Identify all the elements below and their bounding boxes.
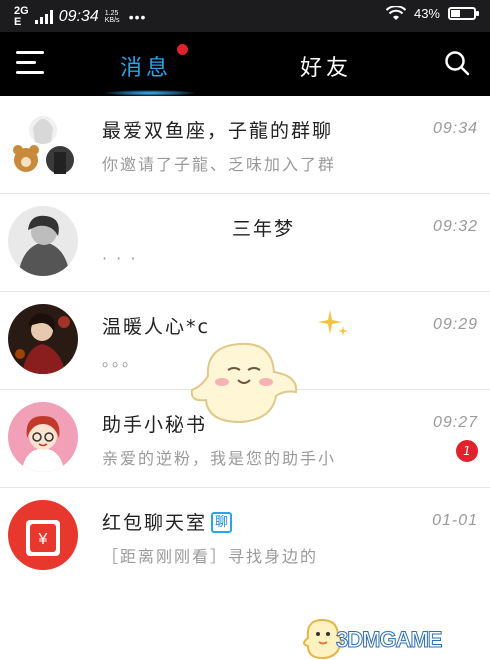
conversation-preview: · · · [102, 249, 138, 268]
conversation-title: 温暖人心*c [102, 316, 210, 338]
conversation-preview: 亲爱的逆粉，我是您的助手小 [102, 449, 337, 468]
search-icon[interactable] [444, 50, 470, 76]
battery-percent: 43% [413, 6, 440, 21]
status-time: 09:34 [58, 8, 99, 25]
red-packet-avatar: ¥ [8, 500, 78, 570]
conversation-time: 09:32 [432, 218, 478, 235]
tab-friends-label: 好友 [300, 56, 353, 81]
conversation-time: 09:34 [432, 120, 478, 137]
conversation-item[interactable]: ¥ 红包聊天室聊 ［距离刚刚看］寻找身边的 01-01 [0, 488, 490, 586]
svg-text:¥: ¥ [38, 531, 48, 548]
conversation-list: 最爱双鱼座，子龍的群聊 你邀请了子龍、乏味加入了群 09:34 三年梦 · · … [0, 96, 490, 660]
sparkle-icon [318, 310, 348, 336]
battery-icon [448, 7, 479, 20]
unread-badge: 1 [456, 440, 478, 462]
tab-messages-label: 消息 [120, 56, 173, 81]
battery-fill [451, 10, 461, 17]
more-notifications-icon: ••• [128, 9, 147, 25]
conversation-item[interactable]: 最爱双鱼座，子龍的群聊 你邀请了子龍、乏味加入了群 09:34 [0, 96, 490, 194]
app-header: 消息 好友 [0, 32, 490, 96]
status-left: 2G E 09:34 1.25 KB/s ••• [14, 6, 146, 28]
watermark: 3DMGAME [335, 627, 442, 653]
assistant-avatar [8, 402, 78, 472]
conversation-title: 红包聊天室聊 [102, 508, 233, 535]
net-speed: 1.25 KB/s [105, 10, 123, 24]
conversation-preview: 你邀请了子龍、乏味加入了群 [102, 155, 337, 174]
chat-tag: 聊 [211, 512, 233, 533]
conversation-item[interactable]: 三年梦 · · · 09:32 [0, 194, 490, 292]
menu-icon[interactable] [16, 51, 46, 77]
conversation-time: 09:27 [432, 414, 478, 431]
conversation-time: 09:29 [432, 316, 478, 333]
conversation-title: 三年梦 [232, 218, 296, 240]
conversation-title-text: 红包聊天室 [102, 512, 208, 534]
tab-messages[interactable]: 消息 [120, 44, 189, 82]
tab-friends[interactable]: 好友 [300, 50, 352, 82]
signal-icon [34, 10, 53, 24]
net-speed-unit: KB/s [104, 17, 120, 24]
unread-dot [177, 44, 189, 55]
wifi-icon [385, 6, 406, 20]
data-type: E [14, 16, 22, 28]
status-bar: 2G E 09:34 1.25 KB/s ••• 43% [0, 0, 490, 32]
net-speed-value: 1.25 [104, 10, 119, 17]
contact-avatar [8, 206, 78, 276]
group-avatar [8, 108, 78, 178]
contact-avatar [8, 304, 78, 374]
conversation-preview: ［距离刚刚看］寻找身边的 [102, 547, 319, 566]
status-right: 43% [385, 6, 479, 21]
network-indicator: 2G E [14, 6, 29, 28]
conversation-time: 01-01 [432, 512, 478, 529]
conversation-preview: 。。。 [102, 351, 141, 370]
chick-sticker-icon [190, 342, 298, 424]
conversation-title: 最爱双鱼座，子龍的群聊 [102, 120, 334, 142]
